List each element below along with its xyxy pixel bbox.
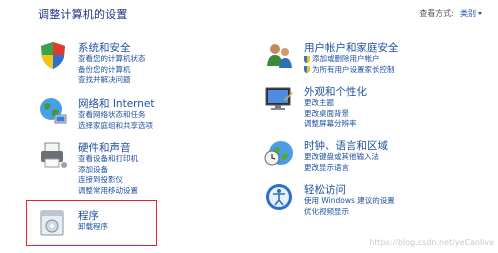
uac-shield-icon: [304, 66, 310, 74]
link-text: 添加或删除用户帐户: [312, 54, 380, 63]
view-by-value: 类别: [460, 9, 476, 18]
link-view-status[interactable]: 查看您的计算机状态: [78, 54, 146, 65]
link-desktop-background[interactable]: 更改桌面背景: [304, 109, 357, 120]
link-devices-printers[interactable]: 查看设备和打印机: [78, 154, 138, 165]
link-optimize-display[interactable]: 优化视频显示: [304, 207, 395, 218]
uac-shield-icon: [304, 55, 310, 63]
watermark: https://blog.csdn.net/yeCaolive: [369, 238, 494, 247]
link-troubleshoot[interactable]: 查找并解决问题: [78, 75, 146, 86]
link-network-status[interactable]: 查看网络状态和任务: [78, 110, 153, 121]
category-title[interactable]: 外观和个性化: [304, 84, 367, 99]
shield-icon[interactable]: [38, 40, 68, 70]
category-title[interactable]: 网络和 Internet: [78, 96, 155, 111]
category-title[interactable]: 用户帐户和家庭安全: [304, 40, 399, 55]
link-resolution[interactable]: 调整屏幕分辨率: [304, 119, 357, 130]
printer-icon[interactable]: [38, 140, 68, 170]
view-by-label: 查看方式:: [419, 9, 454, 18]
link-change-theme[interactable]: 更改主题: [304, 98, 357, 109]
monitor-icon[interactable]: [264, 84, 294, 114]
category-title[interactable]: 时钟、语言和区域: [304, 138, 388, 153]
category-title[interactable]: 硬件和声音: [78, 140, 131, 155]
link-parental-controls[interactable]: 为所有用户设置家长控制: [304, 65, 395, 76]
users-icon[interactable]: [264, 40, 294, 70]
view-by: 查看方式: 类别: [419, 8, 482, 19]
globe-icon[interactable]: [38, 96, 68, 126]
link-backup[interactable]: 备份您的计算机: [78, 65, 146, 76]
page-title: 调整计算机的设置: [38, 8, 128, 21]
link-text: 为所有用户设置家长控制: [312, 64, 395, 74]
clock-globe-icon[interactable]: [264, 138, 294, 168]
link-display-language[interactable]: 更改显示语言: [304, 163, 379, 174]
accessibility-icon[interactable]: [264, 182, 294, 212]
link-homegroup[interactable]: 选择家庭组和共享选项: [78, 121, 153, 132]
view-by-dropdown[interactable]: 类别: [460, 8, 482, 19]
link-add-device[interactable]: 添加设备: [78, 165, 138, 176]
link-windows-recommended[interactable]: 使用 Windows 建议的设置: [304, 196, 395, 207]
category-title[interactable]: 轻松访问: [304, 182, 346, 197]
category-title[interactable]: 系统和安全: [78, 40, 131, 55]
link-projector[interactable]: 连接到投影仪: [78, 175, 138, 186]
link-add-remove-accounts[interactable]: 添加或删除用户帐户: [304, 54, 395, 65]
link-mobility[interactable]: 调整常用移动设置: [78, 186, 138, 197]
link-keyboard-input[interactable]: 更改键盘或其他输入法: [304, 152, 379, 163]
highlight-box: [26, 200, 157, 246]
chevron-down-icon: [478, 12, 482, 15]
